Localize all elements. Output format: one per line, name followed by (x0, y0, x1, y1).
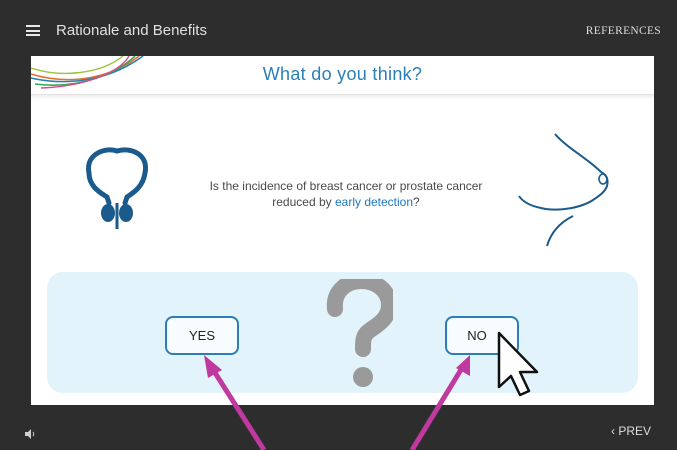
early-detection-highlight: early detection (334, 195, 414, 209)
prostate-icon (86, 147, 148, 229)
slide-content: What do you think? Is the incidence of b… (31, 56, 654, 405)
page-title: Rationale and Benefits (56, 22, 207, 39)
slide-heading: What do you think? (262, 64, 423, 84)
top-bar: Rationale and Benefits REFERENCES (0, 0, 677, 60)
references-link[interactable]: REFERENCES (586, 25, 661, 37)
question-text: Is the incidence of breast cancer or pro… (209, 179, 483, 209)
question-mark-icon (326, 279, 393, 387)
answer-panel: YES NO (47, 272, 638, 393)
prev-button[interactable]: ‹ PREV (611, 424, 651, 438)
yes-button[interactable]: YES (165, 316, 239, 355)
speaker-icon[interactable] (24, 428, 36, 440)
chevron-left-icon: ‹ (610, 424, 615, 438)
footer-bar: ‹ PREV (0, 405, 677, 450)
slide-header: What do you think? (31, 56, 654, 95)
hamburger-menu-icon[interactable] (26, 25, 40, 36)
breast-icon (518, 133, 609, 247)
mouse-cursor-icon (497, 331, 539, 397)
